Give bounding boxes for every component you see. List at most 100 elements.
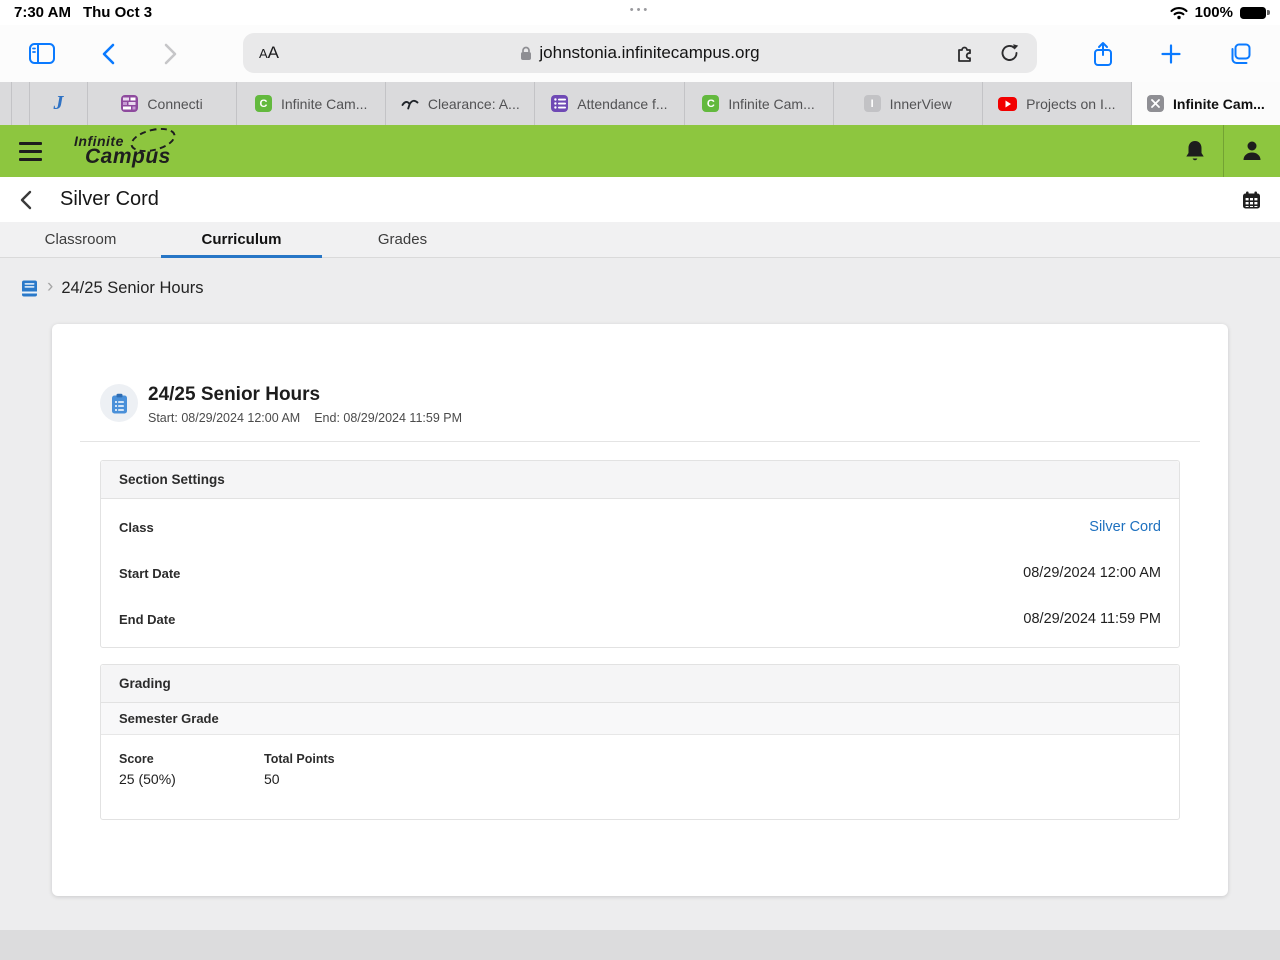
tab-classroom[interactable]: Classroom	[0, 222, 161, 257]
content-area: › 24/25 Senior Hours 24/25 Senior Hours …	[0, 258, 1280, 960]
setting-label: Class	[119, 519, 154, 535]
browser-tab-attendance[interactable]: Attendance f...	[535, 82, 685, 125]
url-bar[interactable]: AA johnstonia.infinitecampus.org	[243, 33, 1037, 73]
semester-grade-header: Semester Grade	[101, 703, 1179, 735]
sidebar-toggle-button[interactable]	[22, 25, 62, 82]
pinned-tab[interactable]: J	[30, 82, 88, 125]
grade-stats: Score 25 (50%) Total Points 50	[101, 735, 1179, 819]
wifi-icon	[1170, 6, 1188, 20]
tab-strip-spacer	[0, 82, 12, 125]
battery-percent: 100%	[1194, 4, 1233, 21]
browser-tab-infinite-campus-1[interactable]: C Infinite Cam...	[237, 82, 387, 125]
page-back-button[interactable]	[0, 177, 52, 222]
tab-strip-spacer	[12, 82, 30, 125]
chevron-left-icon	[102, 43, 115, 65]
share-icon	[1093, 41, 1113, 67]
campus-c-favicon: C	[702, 95, 720, 112]
tab-curriculum[interactable]: Curriculum	[161, 222, 322, 258]
tab-label: Clearance: A...	[427, 95, 520, 112]
battery-icon	[1240, 6, 1270, 19]
menu-button[interactable]	[0, 125, 60, 177]
total-points-value: 50	[264, 771, 280, 787]
setting-value: 08/29/2024 12:00 AM	[1023, 565, 1161, 581]
close-tab-icon[interactable]	[1147, 95, 1165, 112]
tab-label: Attendance f...	[577, 95, 668, 112]
browser-tab-connect[interactable]: Connecti	[88, 82, 238, 125]
assignment-end: End: 08/29/2024 11:59 PM	[314, 411, 462, 425]
grading-box: Grading Semester Grade Score 25 (50%) To…	[100, 664, 1180, 820]
chevron-right-icon	[164, 43, 177, 65]
share-button[interactable]	[1084, 25, 1122, 82]
list-favicon	[551, 95, 569, 112]
class-link[interactable]: Silver Cord	[1089, 519, 1161, 535]
campus-header: Infinite Campus	[0, 123, 1280, 177]
person-icon	[1240, 139, 1264, 163]
tab-label: Connecti	[147, 95, 203, 112]
browser-tab-youtube[interactable]: Projects on I...	[983, 82, 1132, 125]
forward-button[interactable]	[152, 25, 188, 82]
user-menu-button[interactable]	[1224, 125, 1280, 177]
tab-overview-button[interactable]	[1220, 25, 1260, 82]
setting-label: Start Date	[119, 565, 181, 581]
section-settings-title: Section Settings	[101, 461, 1179, 499]
assignment-title: 24/25 Senior Hours	[148, 384, 321, 405]
status-bar: 7:30 AM Thu Oct 3 ••• 100%	[0, 0, 1280, 25]
status-right: 100%	[1170, 4, 1270, 21]
tab-label: Curriculum	[201, 231, 282, 248]
breadcrumb-current: 24/25 Senior Hours	[61, 278, 204, 297]
plus-icon	[1161, 43, 1181, 64]
browser-tab-strip: J Connecti C Infinite Cam... Clearance: …	[0, 82, 1280, 125]
notifications-button[interactable]	[1167, 125, 1223, 177]
tab-label: Infinite Cam...	[281, 95, 368, 112]
reload-button[interactable]	[1000, 43, 1019, 63]
breadcrumb: › 24/25 Senior Hours	[0, 258, 1280, 302]
total-points-label: Total Points	[264, 752, 335, 766]
page-title: Silver Cord	[60, 188, 159, 210]
multitask-dots-icon: •••	[629, 4, 651, 16]
campus-c-favicon: C	[255, 95, 272, 112]
assignment-icon-badge	[100, 384, 138, 422]
new-tab-button[interactable]	[1152, 25, 1190, 82]
browser-tab-infinite-campus-2[interactable]: C Infinite Cam...	[685, 82, 834, 125]
class-nav-tabs: Classroom Curriculum Grades	[0, 222, 1280, 258]
clipboard-icon	[111, 393, 128, 414]
footer-strip	[0, 930, 1280, 960]
calendar-button[interactable]	[1222, 177, 1280, 222]
assignment-card: 24/25 Senior Hours Start: 08/29/2024 12:…	[52, 324, 1228, 896]
score-stat: Score 25 (50%)	[119, 752, 264, 787]
tab-label: Projects on I...	[1026, 95, 1116, 112]
browser-tab-clearance[interactable]: Clearance: A...	[386, 82, 536, 125]
setting-value: 08/29/2024 11:59 PM	[1023, 611, 1161, 627]
score-value: 25 (50%)	[119, 771, 176, 787]
bird-favicon	[401, 97, 419, 111]
setting-row-class: Class Silver Cord	[101, 504, 1179, 550]
url-text: johnstonia.infinitecampus.org	[539, 43, 760, 62]
setting-label: End Date	[119, 611, 176, 627]
grid-favicon	[121, 95, 139, 112]
extensions-puzzle-button[interactable]	[955, 43, 976, 63]
bell-icon	[1184, 139, 1206, 163]
setting-row-start-date: Start Date 08/29/2024 12:00 AM	[101, 550, 1179, 596]
tabs-icon	[1228, 42, 1252, 66]
tab-label: Classroom	[44, 231, 117, 248]
back-button[interactable]	[90, 25, 126, 82]
pinned-tab-favicon: J	[53, 92, 64, 114]
grading-title: Grading	[101, 665, 1179, 703]
calendar-icon	[1242, 191, 1261, 209]
tab-label: Infinite Cam...	[728, 95, 815, 112]
sidebar-icon	[29, 43, 55, 64]
innerview-favicon: I	[863, 95, 881, 112]
infinite-campus-logo[interactable]: Infinite Campus	[74, 123, 178, 169]
section-settings-box: Section Settings Class Silver Cord Start…	[100, 460, 1180, 648]
setting-row-end-date: End Date 08/29/2024 11:59 PM	[101, 596, 1179, 642]
tab-grades[interactable]: Grades	[322, 222, 483, 257]
url-text-wrap: johnstonia.infinitecampus.org	[243, 33, 1037, 73]
score-label: Score	[119, 752, 154, 766]
browser-toolbar: AA johnstonia.infinitecampus.org	[0, 25, 1280, 82]
tab-label: InnerView	[889, 95, 952, 112]
browser-tab-infinite-campus-active[interactable]: Infinite Cam...	[1131, 82, 1280, 125]
assignment-header: 24/25 Senior Hours Start: 08/29/2024 12:…	[80, 324, 1200, 442]
browser-tab-innerview[interactable]: I InnerView	[834, 82, 983, 125]
book-icon[interactable]	[20, 279, 39, 298]
breadcrumb-chevron: ›	[47, 275, 54, 297]
